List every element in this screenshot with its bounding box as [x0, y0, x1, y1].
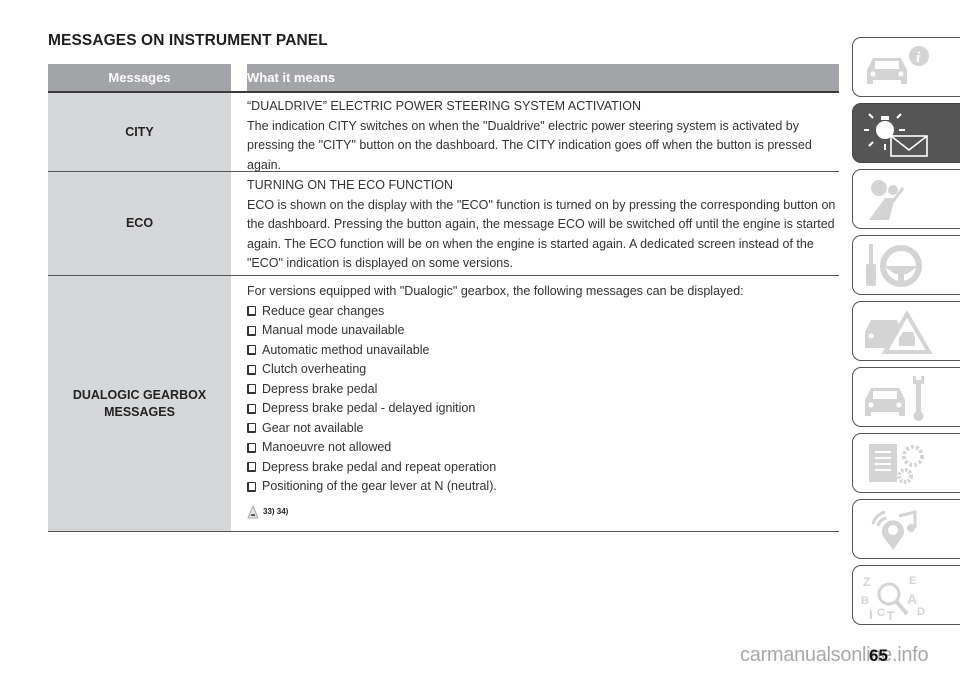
- alphabetical-index-icon: Z E B A D I C T: [861, 575, 925, 620]
- meaning-cell: For versions equipped with "Dualogic" ge…: [247, 276, 839, 531]
- car-wrench-icon: [865, 376, 924, 421]
- gearbox-message-text: Clutch overheating: [262, 362, 367, 376]
- svg-text:D: D: [917, 606, 925, 618]
- gearbox-message-text: Depress brake pedal: [262, 381, 378, 396]
- tab-index[interactable]: Z E B A D I C T: [852, 565, 960, 625]
- bullet-box-icon: [247, 442, 256, 453]
- warning-light-message-icon: [864, 113, 928, 157]
- meaning-intro: For versions equipped with "Dualogic" ge…: [247, 284, 744, 298]
- meaning-cell: “DUALDRIVE” ELECTRIC POWER STEERING SYST…: [247, 93, 839, 172]
- meaning-cell: TURNING ON THE ECO FUNCTION ECO is shown…: [247, 172, 839, 275]
- svg-text:B: B: [861, 595, 869, 607]
- header-what-it-means: What it means: [247, 64, 839, 91]
- warning-refs-text: 33) 34): [263, 506, 289, 516]
- header-messages: Messages: [48, 64, 231, 91]
- gearbox-message-text: Manual mode unavailable: [262, 323, 405, 337]
- page-title: MESSAGES ON INSTRUMENT PANEL: [48, 32, 328, 49]
- meaning-text: The indication CITY switches on when the…: [247, 118, 812, 172]
- watermark: carmanualsonline.info: [740, 644, 929, 666]
- table-row-city: CITY “DUALDRIVE” ELECTRIC POWER STEERING…: [48, 93, 839, 172]
- gearbox-message-item: Gear not available: [247, 419, 839, 439]
- gearbox-message-item: Manual mode unavailable: [247, 321, 839, 341]
- bullet-box-icon: [247, 325, 256, 336]
- gearbox-message-text: Automatic method unavailable: [262, 342, 430, 357]
- tab-technical-data[interactable]: [852, 433, 960, 493]
- multimedia-music-icon: [871, 510, 917, 550]
- car-hazard-icon: [865, 310, 933, 354]
- svg-text:Z: Z: [863, 575, 870, 589]
- svg-text:T: T: [887, 609, 895, 620]
- meaning-heading: “DUALDRIVE” ELECTRIC POWER STEERING SYST…: [247, 99, 642, 113]
- gearbox-message-item: Reduce gear changes: [247, 302, 839, 322]
- gearbox-message-text: Depress brake pedal and repeat operation: [262, 459, 497, 474]
- table-row-dualogic: DUALOGIC GEARBOX MESSAGES For versions e…: [48, 276, 839, 532]
- table-row-eco: ECO TURNING ON THE ECO FUNCTION ECO is s…: [48, 172, 839, 276]
- gearbox-message-item: Depress brake pedal and repeat operation: [247, 458, 839, 478]
- message-cell: CITY: [48, 93, 231, 171]
- gearbox-message-text: Depress brake pedal - delayed ignition: [262, 401, 476, 415]
- gearbox-message-item: Clutch overheating: [247, 360, 839, 380]
- specs-gear-icon: [869, 444, 924, 484]
- gearbox-message-item: Depress brake pedal: [247, 380, 839, 400]
- meaning-text: ECO is shown on the display with the "EC…: [247, 197, 836, 271]
- bullet-box-icon: [247, 384, 256, 395]
- car-info-icon: i: [867, 46, 929, 84]
- tab-multimedia[interactable]: [852, 499, 960, 559]
- warning-icon: [247, 504, 259, 518]
- tab-safety[interactable]: [852, 169, 960, 229]
- airbag-seatbelt-icon: [869, 180, 905, 221]
- gearbox-messages-list: Reduce gear changes Manual mode unavailab…: [247, 302, 839, 497]
- bullet-box-icon: [247, 403, 256, 414]
- svg-text:C: C: [877, 607, 885, 619]
- table-header: Messages What it means: [48, 64, 839, 93]
- gearbox-message-text: Reduce gear changes: [262, 303, 385, 318]
- bullet-box-icon: [247, 423, 256, 434]
- gearbox-message-item: Manoeuvre not allowed: [247, 438, 839, 458]
- gearbox-message-text: Positioning of the gear lever at N (neut…: [262, 479, 497, 493]
- key-steering-wheel-icon: [866, 244, 922, 287]
- gearbox-message-text: Gear not available: [262, 420, 364, 435]
- svg-text:A: A: [907, 591, 917, 607]
- gearbox-message-text: Manoeuvre not allowed: [262, 440, 392, 454]
- tab-starting-driving[interactable]: [852, 235, 960, 295]
- bullet-box-icon: [247, 462, 256, 473]
- message-cell: ECO: [48, 172, 231, 275]
- gearbox-message-item: Automatic method unavailable: [247, 341, 839, 361]
- messages-table: Messages What it means CITY “DUALDRIVE” …: [48, 64, 839, 532]
- tab-car-info[interactable]: i: [852, 37, 960, 97]
- gearbox-message-item: Positioning of the gear lever at N (neut…: [247, 477, 839, 497]
- message-line: DUALOGIC GEARBOX: [72, 387, 207, 402]
- bullet-box-icon: [247, 481, 256, 492]
- gearbox-message-item: Depress brake pedal - delayed ignition: [247, 399, 839, 419]
- meaning-heading: TURNING ON THE ECO FUNCTION: [247, 178, 454, 192]
- tab-servicing[interactable]: [852, 367, 960, 427]
- tab-warning-lights-messages[interactable]: [852, 103, 960, 163]
- svg-text:E: E: [909, 575, 916, 587]
- warning-reference: 33) 34): [247, 502, 839, 522]
- bullet-box-icon: [247, 345, 256, 356]
- bullet-box-icon: [247, 306, 256, 317]
- bullet-box-icon: [247, 364, 256, 375]
- page-number: 65: [869, 646, 888, 665]
- svg-text:I: I: [869, 607, 873, 620]
- tab-emergency[interactable]: [852, 301, 960, 361]
- message-cell: DUALOGIC GEARBOX MESSAGES: [48, 276, 231, 531]
- message-line: MESSAGES: [104, 404, 175, 419]
